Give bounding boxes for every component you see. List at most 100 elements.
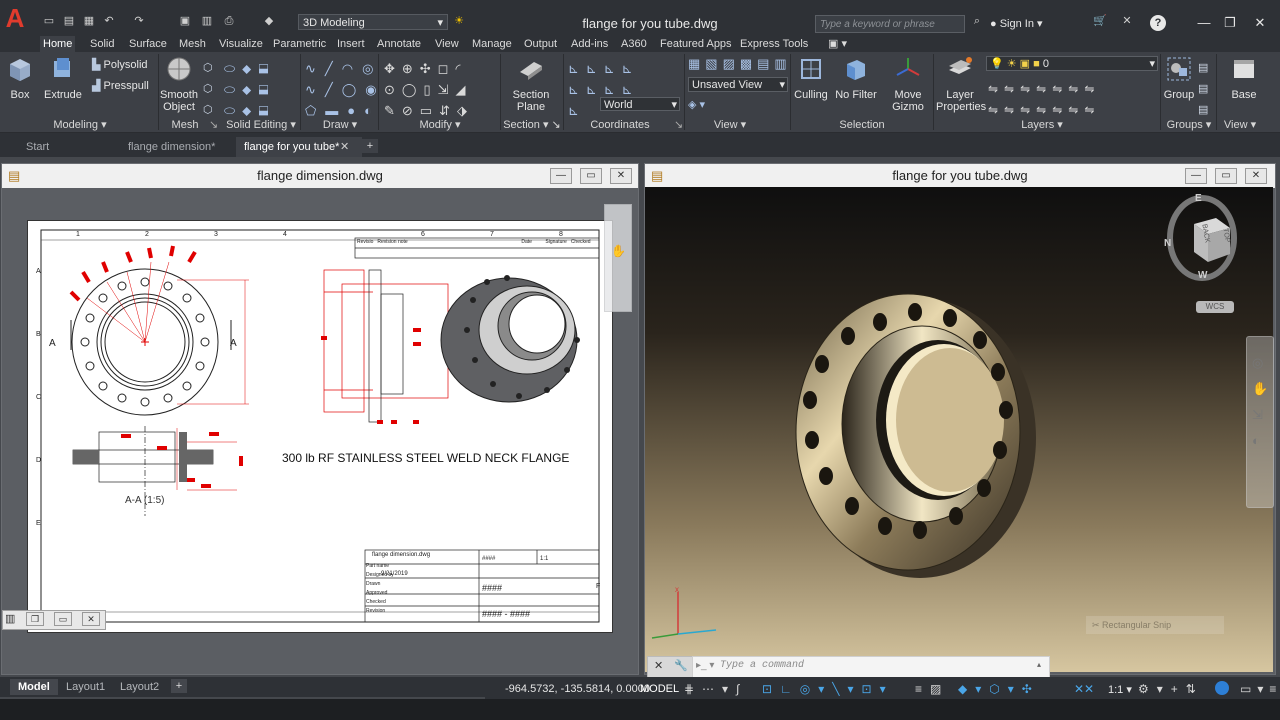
tab-output[interactable]: Output bbox=[521, 36, 560, 52]
plot-icon[interactable]: ▥ bbox=[200, 14, 214, 28]
selection-group-label[interactable]: Selection bbox=[830, 118, 894, 132]
cursor-coordinates[interactable]: -964.5732, -135.5814, 0.0000 bbox=[505, 683, 650, 695]
tab-parametric[interactable]: Parametric bbox=[270, 36, 329, 52]
layers-group-label[interactable]: Layers ▾ bbox=[1010, 118, 1074, 132]
wcs-menu[interactable]: WCS bbox=[1196, 301, 1234, 313]
command-history-toggle[interactable]: ▴ bbox=[1037, 660, 1041, 669]
sign-in-button[interactable]: ● Sign In ▾ bbox=[990, 17, 1043, 30]
restore-app-button[interactable]: ❐ bbox=[1216, 14, 1244, 32]
tab-visualize[interactable]: Visualize bbox=[216, 36, 266, 52]
tab-insert[interactable]: Insert bbox=[334, 36, 368, 52]
section-group-label[interactable]: Section ▾ ↘ bbox=[500, 118, 564, 132]
ribbon-toggle-icon[interactable]: ▣ ▾ bbox=[825, 36, 850, 52]
tab-solid[interactable]: Solid bbox=[87, 36, 117, 52]
left-maximize-button[interactable]: ▭ bbox=[580, 168, 602, 184]
drafting-toggles[interactable]: ⋕⋯▾∫ bbox=[684, 682, 747, 696]
coordinates-launcher-icon[interactable]: ↘ bbox=[674, 118, 683, 131]
navigation-bar-left[interactable] bbox=[604, 204, 632, 312]
workspace-dropdown[interactable]: 3D Modeling ▾ bbox=[298, 14, 448, 30]
selection-cycling-toggles[interactable]: ◆▾⬡▾✣ bbox=[958, 682, 1040, 696]
share-icon[interactable]: ◆ bbox=[262, 14, 276, 28]
open-file-icon[interactable]: ▤ bbox=[62, 14, 76, 28]
right-minimize-button[interactable]: — bbox=[1185, 168, 1207, 184]
polysolid-button[interactable]: ▙ Polysolid bbox=[92, 58, 148, 71]
nav-tools-column[interactable]: ◎ ✋ ⇲ ◐ bbox=[1252, 350, 1268, 454]
tab-home[interactable]: Home bbox=[40, 36, 76, 52]
ucs-world-dropdown[interactable]: World ▾ bbox=[600, 97, 680, 111]
coordinates-group-label[interactable]: Coordinates bbox=[580, 118, 660, 132]
flange-3d-model[interactable] bbox=[770, 280, 1050, 590]
model-space-icon[interactable]: ▥ bbox=[5, 612, 15, 625]
workspace-switch-icons[interactable]: ⚙▾+⇅ bbox=[1138, 682, 1204, 696]
box-button[interactable]: Box bbox=[6, 56, 34, 101]
autocad-logo-icon[interactable]: A bbox=[0, 0, 30, 36]
exchange-icon[interactable]: ✕ bbox=[1120, 14, 1134, 28]
tab-view[interactable]: View bbox=[432, 36, 462, 52]
layer-dropdown[interactable]: 💡 ☀ ▣ ■ 0 ▾ bbox=[986, 56, 1158, 71]
minimize-app-button[interactable]: — bbox=[1190, 14, 1218, 32]
close-command-line-icon[interactable]: ✕ bbox=[654, 659, 663, 672]
tab-manage[interactable]: Manage bbox=[469, 36, 515, 52]
view-group-label[interactable]: View ▾ bbox=[700, 118, 760, 132]
annotation-visibility-icon[interactable]: ✕✕ bbox=[1074, 682, 1094, 696]
tab-featured-apps[interactable]: Featured Apps bbox=[657, 36, 735, 52]
maximize-button[interactable]: ▭ bbox=[54, 612, 72, 626]
search-input[interactable]: Type a keyword or phrase bbox=[815, 15, 965, 33]
redo-icon[interactable]: ↷ bbox=[132, 14, 146, 28]
right-close-button[interactable]: ✕ bbox=[1245, 168, 1267, 184]
section-plane-button[interactable]: Section Plane bbox=[508, 56, 554, 113]
culling-button[interactable]: Culling bbox=[792, 56, 830, 101]
layer-properties-button[interactable]: Layer Properties bbox=[936, 56, 986, 113]
modeling-group-label[interactable]: Modeling ▾ bbox=[40, 118, 120, 132]
draw-group-label[interactable]: Draw ▾ bbox=[315, 118, 365, 132]
view2-group-label[interactable]: View ▾ bbox=[1218, 118, 1262, 132]
file-tab-start[interactable]: Start bbox=[18, 137, 57, 157]
layout-tab-layout2[interactable]: Layout2 bbox=[112, 679, 167, 695]
tab-a360[interactable]: A360 bbox=[618, 36, 650, 52]
modify-group-label[interactable]: Modify ▾ bbox=[410, 118, 470, 132]
layout-tab-layout1[interactable]: Layout1 bbox=[58, 679, 113, 695]
pan-icon[interactable]: ✋ bbox=[611, 244, 626, 258]
close-tab-icon[interactable]: ✕ bbox=[340, 140, 349, 153]
tab-mesh[interactable]: Mesh bbox=[176, 36, 209, 52]
mesh-panel-launcher-icon[interactable]: ↘ bbox=[209, 118, 218, 131]
smooth-object-button[interactable]: Smooth Object bbox=[160, 56, 198, 113]
compass-north[interactable]: N bbox=[1164, 238, 1171, 249]
tab-add-ins[interactable]: Add-ins bbox=[568, 36, 611, 52]
mesh-tools-column[interactable]: ⬡ ⬡ ⬡ bbox=[203, 58, 213, 121]
left-minimize-button[interactable]: — bbox=[550, 168, 572, 184]
layer-tools[interactable]: ⇋⇋⇋⇋⇋⇋⇋ ⇋⇋⇋⇋⇋⇋⇋ bbox=[988, 79, 1100, 121]
close-app-button[interactable]: ✕ bbox=[1246, 14, 1274, 32]
groups-group-label[interactable]: Groups ▾ bbox=[1162, 118, 1216, 132]
sun-icon[interactable]: ☀ bbox=[452, 14, 466, 28]
new-layout-button[interactable]: + bbox=[171, 679, 187, 693]
named-view-dropdown[interactable]: Unsaved View ▾ bbox=[688, 77, 788, 92]
layout-tab-model[interactable]: Model bbox=[10, 679, 58, 695]
new-file-icon[interactable]: ▭ bbox=[42, 14, 56, 28]
modify-tools[interactable]: ✥⊕✣◻◜ ⊙◯▯⇲◢ ✎⊘▭⇵⬗ bbox=[384, 58, 474, 121]
group-button[interactable]: Group bbox=[1163, 56, 1195, 101]
tab-annotate[interactable]: Annotate bbox=[374, 36, 424, 52]
draw-tools[interactable]: ∿╱◠◎ ∿╱◯◉ ⬠▬●◐ bbox=[305, 58, 386, 121]
osnap-toggles[interactable]: ⊡∟◎▾╲▾⊡▾ bbox=[762, 682, 894, 696]
undo-icon[interactable]: ↶ bbox=[102, 14, 116, 28]
solid-editing-group-label[interactable]: Solid Editing ▾ bbox=[224, 118, 298, 132]
compass-east[interactable]: E bbox=[1195, 193, 1202, 204]
print-icon[interactable]: ⎙ bbox=[222, 14, 236, 28]
base-view-button[interactable]: Base bbox=[1228, 56, 1260, 101]
move-gizmo-button[interactable]: Move Gizmo bbox=[888, 56, 928, 113]
lineweight-toggles[interactable]: ≡▨ bbox=[915, 682, 949, 696]
compass-west[interactable]: W bbox=[1198, 270, 1207, 281]
save-as-icon[interactable]: ▣ bbox=[178, 14, 192, 28]
no-filter-button[interactable]: No Filter bbox=[834, 56, 878, 101]
customize-wrench-icon[interactable]: 🔧 bbox=[674, 659, 688, 672]
mesh-group-label[interactable]: Mesh bbox=[165, 118, 205, 132]
clean-screen-icons[interactable]: ▭▾≡ bbox=[1240, 682, 1280, 696]
left-close-button[interactable]: ✕ bbox=[610, 168, 632, 184]
rectangular-snip-hint[interactable]: ✂ Rectangular Snip bbox=[1086, 616, 1224, 634]
group-tools[interactable]: ▤ ▤ ▤ bbox=[1198, 58, 1208, 121]
right-maximize-button[interactable]: ▭ bbox=[1215, 168, 1237, 184]
new-tab-button[interactable]: + bbox=[362, 139, 378, 153]
isolate-objects-icon[interactable] bbox=[1215, 681, 1229, 695]
save-icon[interactable]: ▦ bbox=[82, 14, 96, 28]
